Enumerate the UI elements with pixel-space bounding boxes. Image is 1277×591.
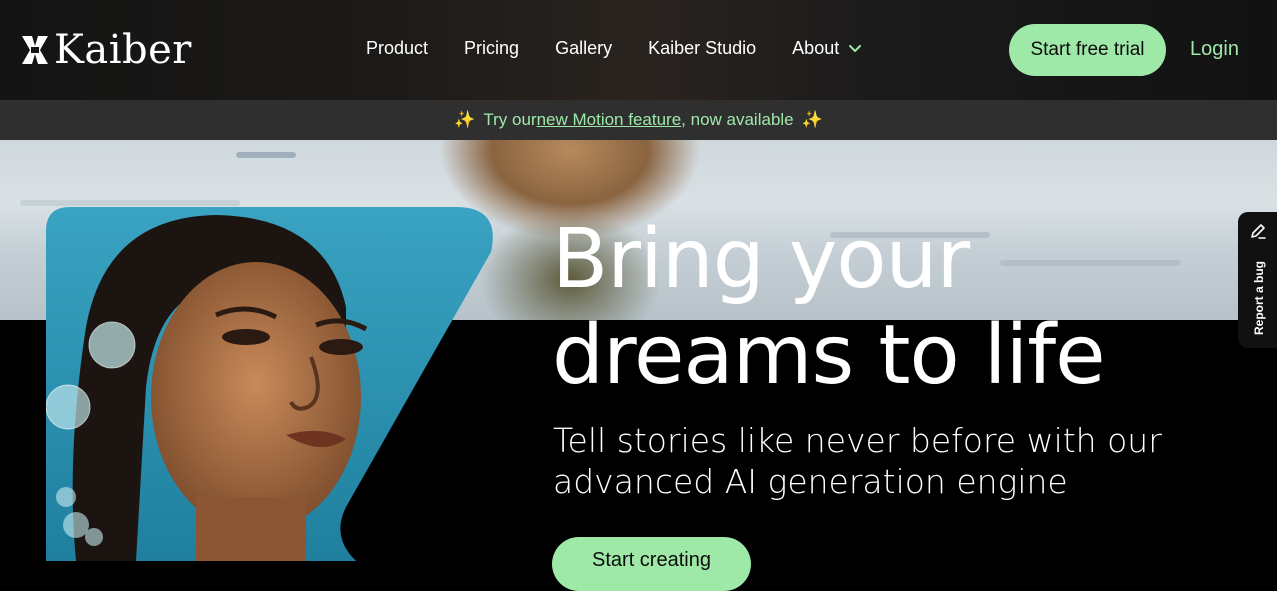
hero-subtitle: Tell stories like never before with our … <box>553 420 1162 502</box>
sparkle-icon: ✨ <box>801 110 823 129</box>
announcement-suffix: , now available <box>681 110 794 129</box>
nav-item-pricing[interactable]: Pricing <box>464 38 519 59</box>
nav-item-gallery[interactable]: Gallery <box>555 38 612 59</box>
hero-headline-line-1: Bring your <box>552 212 970 307</box>
sparkle-icon: ✨ <box>454 110 476 129</box>
nav-item-product[interactable]: Product <box>366 38 428 59</box>
start-free-trial-button[interactable]: Start free trial <box>1009 24 1166 76</box>
nav-item-about[interactable]: About <box>792 38 862 59</box>
water-streak <box>236 152 296 158</box>
water-streak <box>20 200 240 206</box>
motion-feature-link[interactable]: new Motion feature <box>537 110 682 130</box>
site-header: Kaiber Product Pricing Gallery Kaiber St… <box>0 0 1277 100</box>
brand-name: Kaiber <box>54 27 192 73</box>
kaiber-logo-icon <box>22 36 48 64</box>
hero-headline: Bring your dreams to life <box>552 212 1106 404</box>
chevron-down-icon <box>849 44 862 52</box>
hero-subtitle-line-2: advanced AI generation engine <box>553 462 1068 501</box>
nav-item-about-label: About <box>792 38 840 58</box>
main-nav: Product Pricing Gallery Kaiber Studio Ab… <box>366 38 897 59</box>
hero-subtitle-line-1: Tell stories like never before with our <box>553 421 1162 460</box>
brand-logo[interactable]: Kaiber <box>20 28 192 72</box>
start-creating-button[interactable]: Start creating <box>552 537 751 591</box>
pencil-icon <box>1251 224 1266 239</box>
login-link[interactable]: Login <box>1190 38 1239 61</box>
hero-headline-line-2: dreams to life <box>552 308 1106 403</box>
hero-portrait-image <box>46 207 493 561</box>
announcement-prefix: Try our <box>483 110 537 129</box>
nav-item-kaiber-studio[interactable]: Kaiber Studio <box>648 38 756 59</box>
announcement-bar: ✨ Try our new Motion feature , now avail… <box>0 100 1277 140</box>
report-bug-label: Report a bug <box>1252 261 1266 335</box>
